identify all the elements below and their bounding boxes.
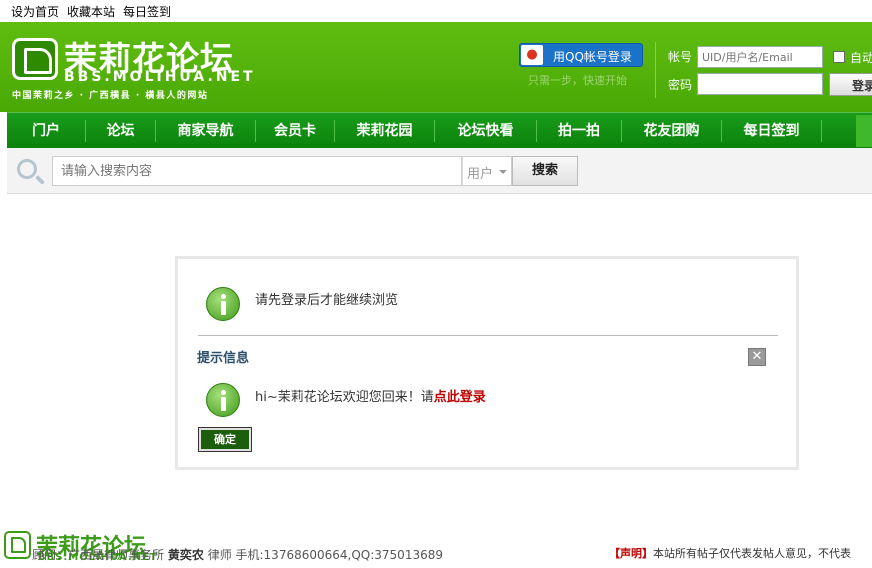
nav-item-member-card[interactable]: 会员卡 xyxy=(256,113,334,149)
site-header: 茉莉花论坛 BBS.MOLIHUA.NET 中国茉莉之乡 · 广西横县 · 横县… xyxy=(0,22,872,112)
nav-item-merchant-guide[interactable]: 商家导航 xyxy=(156,113,255,149)
lawyer-name: 黄奕农 xyxy=(167,548,204,562)
account-input[interactable] xyxy=(697,46,823,68)
main-nav: 门户 论坛 商家导航 会员卡 茉莉花园 论坛快看 拍一拍 花友团购 每日签到 xyxy=(7,112,872,148)
message-divider xyxy=(198,335,778,336)
nav-item-group-buy[interactable]: 花友团购 xyxy=(622,113,721,149)
info-icon xyxy=(206,287,240,321)
bookmark-site-link[interactable]: 收藏本站 xyxy=(67,3,115,20)
search-icon xyxy=(17,159,37,179)
close-icon[interactable]: ✕ xyxy=(748,348,766,366)
site-slogan: 中国茉莉之乡 · 广西横县 · 横县人的网站 xyxy=(12,91,209,101)
auto-login-label: 自动 xyxy=(850,51,872,65)
qq-penguin-icon: ● xyxy=(521,45,543,65)
info-icon xyxy=(206,383,240,417)
footer-notice: 【声明】本站所有帖子仅代表发帖人意见，不代表 xyxy=(609,545,851,561)
site-logo-domain: BBS.MOLIHUA.NET xyxy=(64,69,256,85)
welcome-message: hi~茉莉花论坛欢迎您回来！请点此登录 xyxy=(255,386,486,405)
qq-login-button[interactable]: ● 用QQ帐号登录 xyxy=(519,43,643,67)
header-divider xyxy=(655,42,656,98)
password-input[interactable] xyxy=(697,73,823,95)
password-label: 密码 xyxy=(668,78,693,92)
message-heading: 提示信息 xyxy=(197,351,250,366)
footer-legal-text: 顾问：广西晟律师事务所 黄奕农 律师 手机:13768600664,QQ:375… xyxy=(32,546,443,563)
search-button[interactable]: 搜索 xyxy=(512,156,578,186)
notice-text: 本站所有帖子仅代表发帖人意见，不代表 xyxy=(653,547,851,560)
site-logo-icon[interactable] xyxy=(12,38,58,80)
nav-item-snapshot[interactable]: 拍一拍 xyxy=(537,113,621,149)
qq-login-label: 用QQ帐号登录 xyxy=(553,50,632,64)
search-type-select[interactable]: 用户 xyxy=(462,156,512,186)
nav-item-forum-quickview[interactable]: 论坛快看 xyxy=(435,113,536,149)
login-button[interactable]: 登录 xyxy=(829,73,872,96)
nav-item-daily-checkin[interactable]: 每日签到 xyxy=(722,113,821,149)
daily-checkin-link[interactable]: 每日签到 xyxy=(123,3,171,20)
message-dialog: 请先登录后才能继续浏览 提示信息 ✕ hi~茉莉花论坛欢迎您回来！请点此登录 确… xyxy=(175,256,799,470)
lawyer-contact: 律师 手机:13768600664,QQ:375013689 xyxy=(207,548,443,562)
welcome-text: hi~茉莉花论坛欢迎您回来！请 xyxy=(255,390,434,405)
nav-separator xyxy=(821,120,822,142)
account-label: 帐号 xyxy=(668,50,693,64)
login-link[interactable]: 点此登录 xyxy=(434,390,486,405)
search-bar: 用户 搜索 xyxy=(7,148,872,194)
login-required-message: 请先登录后才能继续浏览 xyxy=(255,293,399,308)
legal-advisor: 顾问：广西晟律师事务所 xyxy=(32,548,165,562)
chevron-down-icon xyxy=(499,170,507,174)
footer-logo-icon xyxy=(4,531,31,559)
auto-login-checkbox[interactable] xyxy=(833,51,845,63)
nav-item-forum[interactable]: 论坛 xyxy=(86,113,155,149)
notice-tag: 【声明】 xyxy=(609,547,653,560)
search-type-value: 用户 xyxy=(467,167,494,182)
nav-end-tab xyxy=(856,115,872,147)
nav-item-jasmine-garden[interactable]: 茉莉花园 xyxy=(335,113,434,149)
qq-login-hint: 只需一步，快速开始 xyxy=(528,74,627,87)
nav-item-portal[interactable]: 门户 xyxy=(7,113,85,149)
set-homepage-link[interactable]: 设为首页 xyxy=(11,3,59,20)
top-utility-bar: 设为首页 收藏本站 每日签到 xyxy=(0,0,872,22)
ok-button[interactable]: 确定 xyxy=(198,427,252,452)
search-input[interactable] xyxy=(52,156,462,186)
